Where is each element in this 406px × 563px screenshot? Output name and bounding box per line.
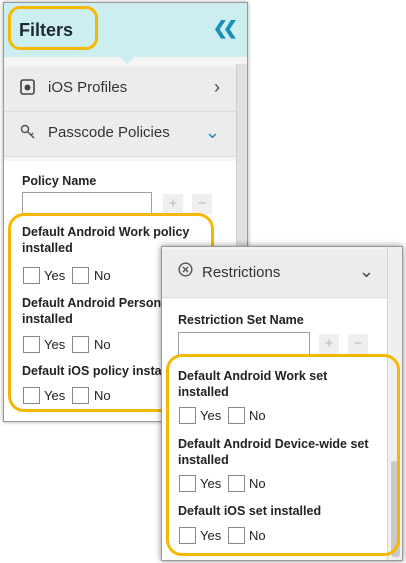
section-passcode-policies[interactable]: Passcode Policies ⌄ bbox=[4, 112, 236, 157]
apple-device-icon bbox=[20, 79, 35, 99]
section-label: Restrictions bbox=[202, 264, 281, 281]
key-icon bbox=[20, 124, 36, 144]
double-chevron-left-icon[interactable]: ❮❮ bbox=[213, 18, 238, 39]
add-button[interactable]: + bbox=[163, 194, 183, 214]
remove-button[interactable]: − bbox=[348, 334, 368, 354]
chevron-right-icon[interactable]: › bbox=[214, 77, 220, 98]
chevron-down-icon[interactable]: ⌄ bbox=[205, 122, 220, 143]
highlight-restriction-questions bbox=[166, 354, 400, 556]
header-caret bbox=[120, 57, 134, 64]
section-ios-profiles[interactable]: iOS Profiles › bbox=[4, 67, 236, 112]
restriction-set-name-input[interactable] bbox=[178, 332, 310, 356]
section-label: iOS Profiles bbox=[48, 79, 128, 96]
highlight-filters-title bbox=[8, 6, 98, 50]
remove-button[interactable]: − bbox=[192, 194, 212, 214]
chevron-down-icon[interactable]: ⌄ bbox=[359, 261, 374, 282]
circle-x-icon bbox=[178, 262, 193, 281]
restriction-set-name-label: Restriction Set Name bbox=[178, 313, 304, 327]
section-restrictions[interactable]: Restrictions ⌄ bbox=[162, 249, 388, 298]
section-label: Passcode Policies bbox=[48, 124, 170, 141]
policy-name-label: Policy Name bbox=[22, 174, 97, 188]
add-button[interactable]: + bbox=[319, 334, 339, 354]
